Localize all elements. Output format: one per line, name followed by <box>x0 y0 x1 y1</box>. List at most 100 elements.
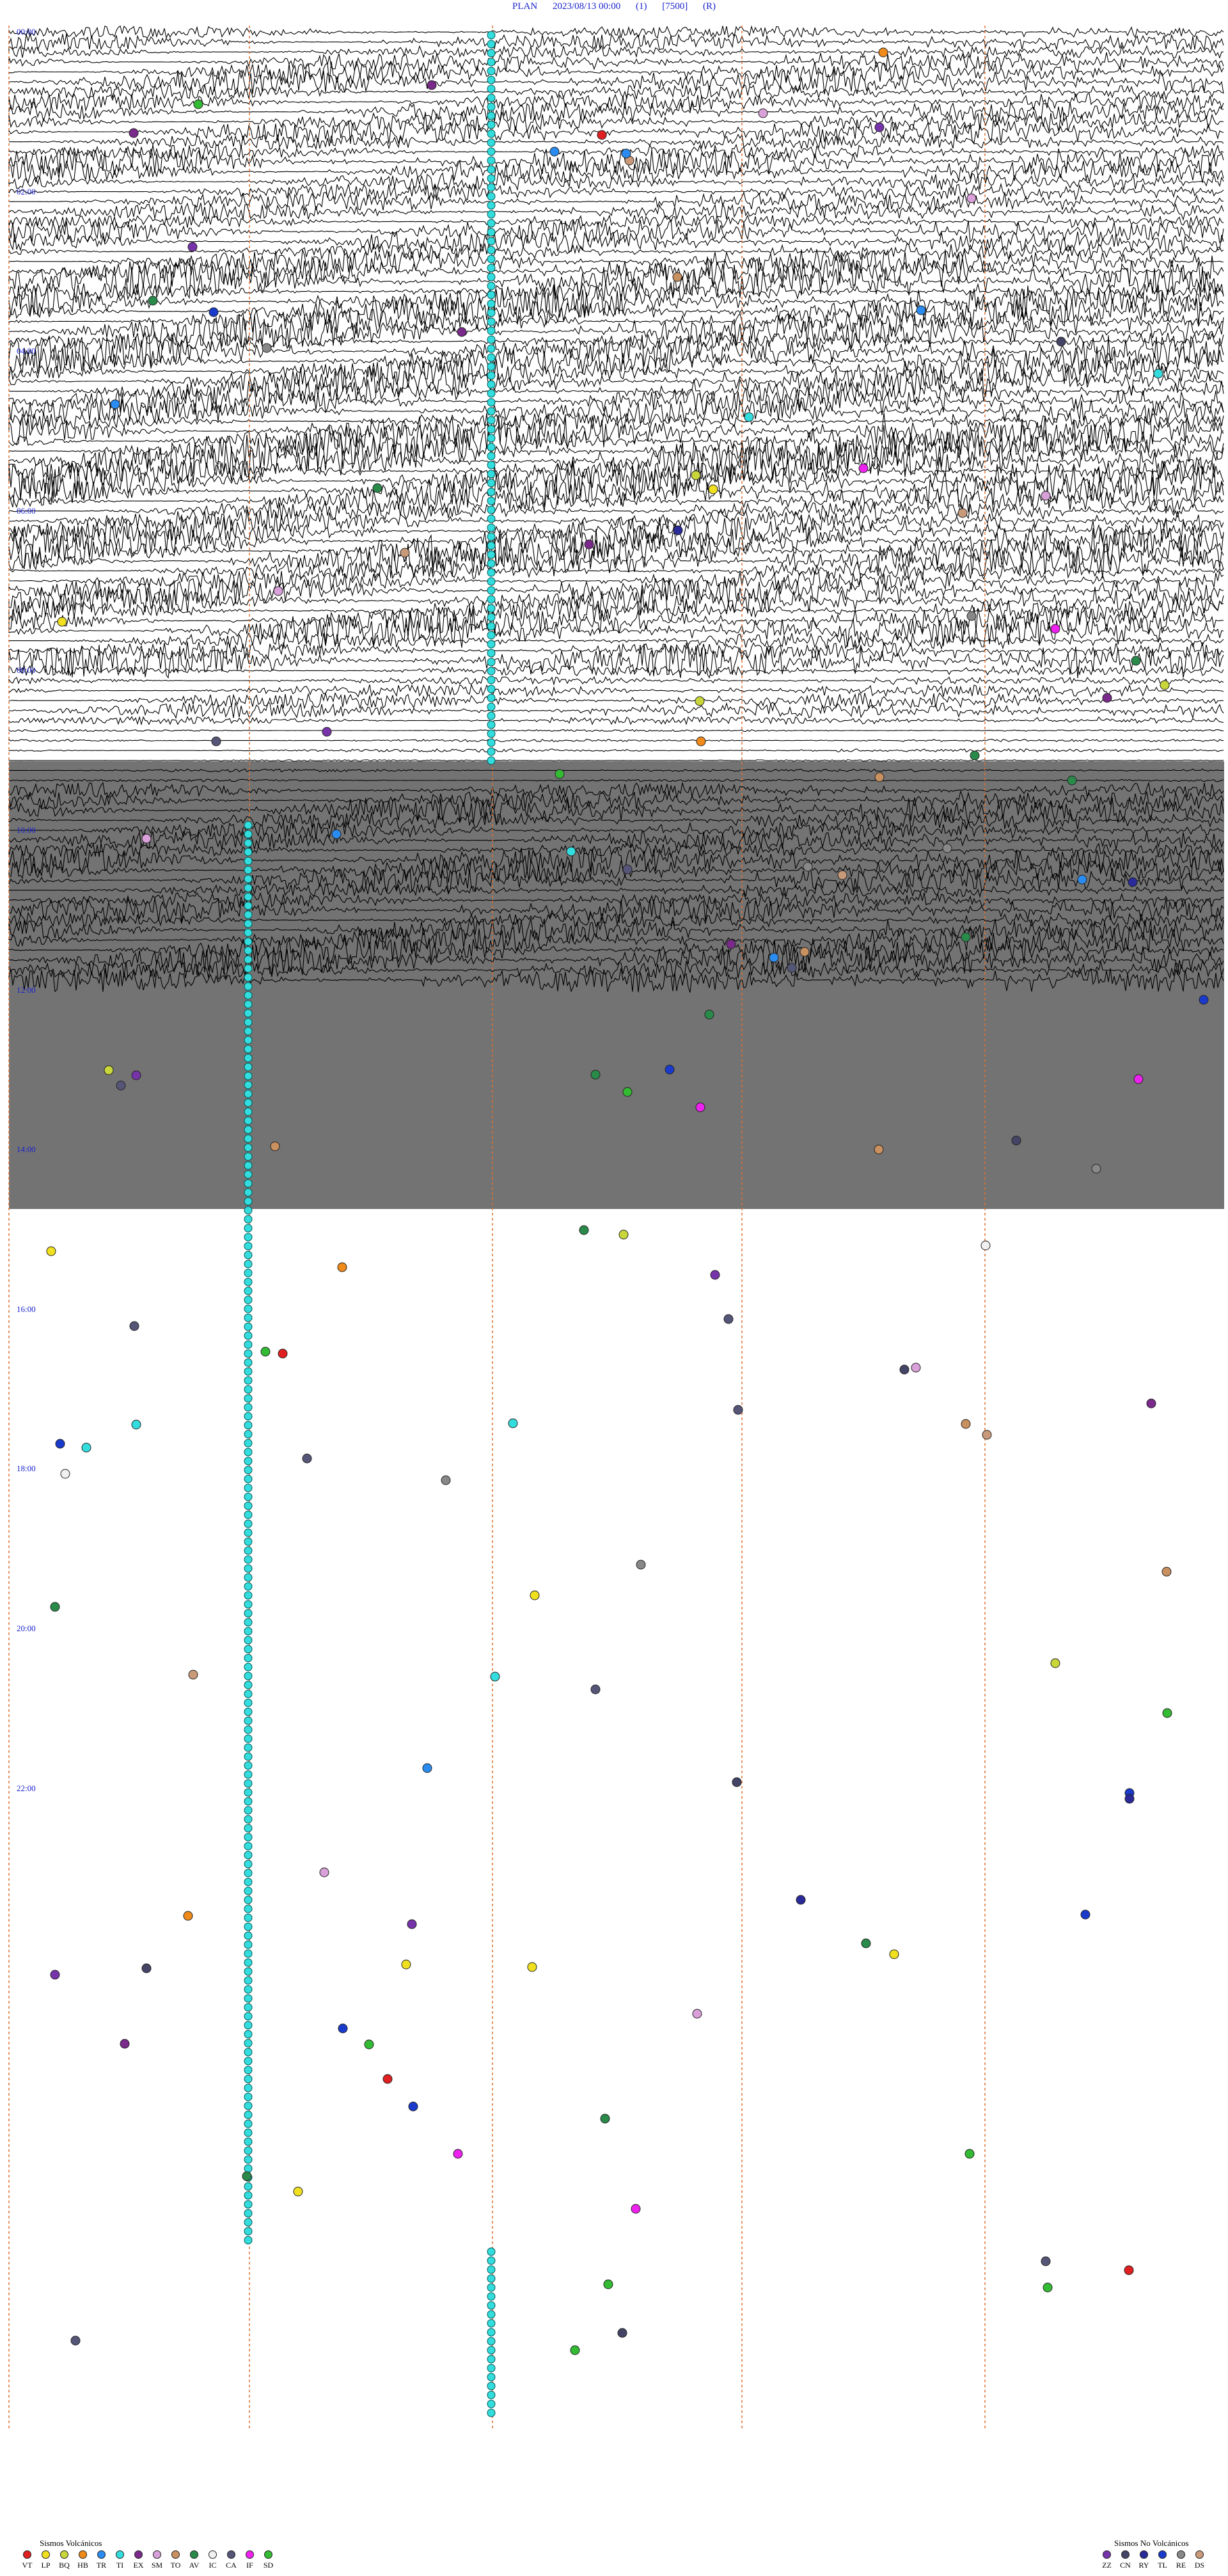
event-marker <box>129 1321 139 1331</box>
ti-event-marker <box>487 2310 496 2319</box>
ti-event-marker <box>487 729 496 738</box>
ti-event-marker <box>487 102 496 111</box>
ti-event-marker <box>244 1931 253 1940</box>
event-marker <box>1131 656 1141 666</box>
event-marker <box>270 1141 280 1151</box>
event-marker <box>530 1590 540 1600</box>
ti-event-marker <box>487 353 496 362</box>
ti-event-marker <box>487 2355 496 2364</box>
ti-event-marker <box>244 1466 253 1474</box>
ti-event-marker <box>244 1564 253 1573</box>
trace-row <box>9 133 1224 150</box>
ti-event-marker <box>244 1439 253 1448</box>
hour-label: 12:00 <box>17 984 36 995</box>
ti-event-marker <box>244 1483 253 1492</box>
ti-event-marker <box>487 2301 496 2310</box>
event-marker <box>631 2204 641 2214</box>
ti-event-marker <box>244 955 253 964</box>
ti-event-marker <box>487 676 496 684</box>
legend-dot-icon <box>227 2550 235 2559</box>
event-marker <box>803 862 813 872</box>
event-marker <box>141 1963 152 1973</box>
ti-event-marker <box>244 2003 253 2012</box>
ti-event-marker <box>487 711 496 720</box>
ti-event-marker <box>487 67 496 75</box>
event-marker <box>957 508 968 518</box>
ti-event-marker <box>244 1286 253 1295</box>
ti-event-marker <box>244 1591 253 1600</box>
ti-event-marker <box>244 2146 253 2155</box>
legend-volcanic-ca: CA <box>222 2550 240 2570</box>
hour-label: 18:00 <box>17 1464 36 1474</box>
ti-event-marker <box>244 982 253 991</box>
ti-event-marker <box>244 2101 253 2110</box>
ti-event-marker <box>244 1671 253 1680</box>
ti-event-marker <box>244 1976 253 1985</box>
event-marker <box>1128 877 1138 887</box>
ti-event-marker <box>244 1313 253 1322</box>
legend-nonvolcanic-zz: ZZ <box>1098 2550 1116 2570</box>
trace-row <box>8 738 1224 743</box>
ti-event-marker <box>487 568 496 577</box>
ti-event-marker <box>487 658 496 667</box>
ti-event-marker <box>487 550 496 559</box>
event-marker <box>710 1270 720 1280</box>
ti-event-marker <box>244 1063 253 1071</box>
ti-event-marker <box>244 1779 253 1788</box>
ti-event-marker <box>487 2283 496 2292</box>
ti-event-marker <box>244 1412 253 1421</box>
ti-event-marker <box>487 514 496 523</box>
event-marker <box>858 463 869 473</box>
ti-event-marker <box>244 1403 253 1412</box>
ti-event-marker <box>244 2200 253 2209</box>
ti-event-marker <box>244 1340 253 1349</box>
ti-event-marker <box>244 991 253 1000</box>
ti-event-marker <box>244 1107 253 1116</box>
event-marker <box>427 80 437 90</box>
ti-event-marker <box>487 541 496 550</box>
trace-row <box>8 93 1224 112</box>
ti-event-marker <box>487 693 496 702</box>
ti-event-marker <box>244 1260 253 1268</box>
event-marker <box>116 1080 126 1091</box>
event-marker <box>1041 491 1051 501</box>
event-marker <box>837 870 847 880</box>
ti-event-marker <box>244 1036 253 1045</box>
ti-event-marker <box>487 613 496 622</box>
ti-event-marker <box>487 416 496 425</box>
ti-event-marker <box>244 2092 253 2101</box>
ti-event-marker <box>244 1842 253 1851</box>
ti-event-marker <box>244 2030 253 2039</box>
ti-event-marker <box>244 2191 253 2200</box>
legend-nonvolcanic-title: Sismos No Volcánicos <box>1114 2538 1189 2548</box>
event-marker <box>1041 2256 1051 2266</box>
ti-event-marker <box>244 1949 253 1958</box>
ti-event-marker <box>244 2155 253 2164</box>
event-marker <box>597 130 607 140</box>
ti-event-marker <box>487 165 496 174</box>
ti-event-marker <box>244 1152 253 1161</box>
event-marker <box>55 1439 65 1449</box>
ti-event-marker <box>244 1421 253 1430</box>
ti-event-marker <box>487 362 496 371</box>
trace-row <box>8 691 1224 709</box>
trace-row <box>8 69 1224 95</box>
ti-event-marker <box>487 389 496 398</box>
ti-event-marker <box>244 848 253 857</box>
ti-event-marker <box>487 2247 496 2256</box>
ti-event-marker <box>487 684 496 693</box>
ti-event-marker <box>244 910 253 919</box>
trace-row <box>8 641 1224 660</box>
ti-event-marker <box>487 631 496 640</box>
ti-event-marker <box>487 210 496 219</box>
event-marker <box>372 483 382 493</box>
ti-event-marker <box>244 1761 253 1770</box>
legend-dot-icon <box>60 2550 68 2559</box>
legend-dot-icon <box>1195 2550 1204 2559</box>
legend-dot-icon <box>209 2550 217 2559</box>
legend-nonvolcanic-ry: RY <box>1135 2550 1153 2570</box>
hour-label: 22:00 <box>17 1783 36 1793</box>
event-marker <box>672 272 682 282</box>
trace-row <box>8 118 1224 145</box>
event-marker <box>188 1670 198 1680</box>
